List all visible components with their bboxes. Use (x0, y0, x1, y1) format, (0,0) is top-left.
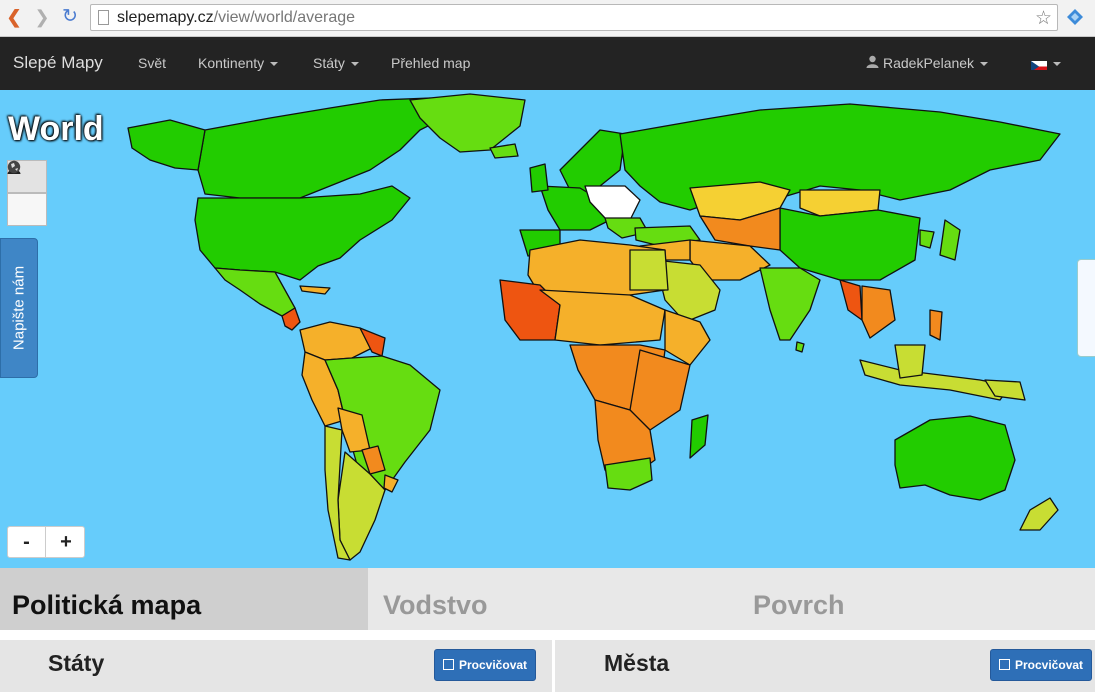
country-alaska (127, 119, 206, 171)
country-sri-lanka (795, 341, 805, 353)
extension-icon[interactable] (1066, 8, 1084, 26)
country-uruguay (383, 474, 399, 493)
country-egypt (629, 249, 669, 291)
language-menu[interactable] (1031, 55, 1061, 71)
zoom-out-button[interactable]: - (8, 527, 46, 557)
practice-mesta-button[interactable]: Procvičovat (990, 649, 1093, 681)
world-map[interactable]: World Napište nám - + (0, 90, 1095, 568)
chevron-down-icon (270, 62, 279, 67)
url-text: slepemapy.cz/view/world/average (117, 9, 356, 26)
country-greenland (409, 93, 526, 153)
reload-icon[interactable]: ↻ (60, 6, 80, 28)
country-usa (194, 185, 411, 281)
tab-politicka-mapa[interactable]: Politická mapa (0, 568, 368, 630)
chevron-down-icon (980, 62, 989, 67)
browser-toolbar: ❮ ❯ ↻ slepemapy.cz/view/world/average ☆ (0, 0, 1095, 37)
country-southeast-asia (861, 285, 896, 339)
country-sahel (539, 289, 666, 346)
zoom-control: - + (7, 526, 85, 558)
average-knowledge-button[interactable] (7, 160, 47, 226)
side-panel-tab[interactable] (1077, 259, 1095, 357)
check-icon (443, 659, 454, 670)
address-bar[interactable]: slepemapy.cz/view/world/average ☆ (90, 4, 1058, 31)
check-icon (999, 659, 1010, 670)
tab-povrch[interactable]: Povrch (740, 568, 1095, 630)
map-category-tabs: Politická mapa Vodstvo Povrch (0, 568, 1095, 630)
section-title-mesta: Města (604, 650, 670, 676)
map-mode-toggle (7, 160, 47, 226)
country-east-africa (629, 349, 691, 431)
feedback-label: Napište nám (10, 265, 28, 351)
country-borneo (894, 344, 926, 379)
country-cuba (299, 285, 331, 295)
country-myanmar (839, 279, 863, 321)
tab-vodstvo[interactable]: Vodstvo (370, 568, 740, 630)
country-horn-of-africa (664, 309, 711, 366)
back-icon[interactable]: ❮ (4, 6, 24, 28)
practice-sections: Státy Procvičovat Města Procvičovat (0, 630, 1095, 692)
map-title: World (8, 110, 104, 148)
brand-link[interactable]: Slepé Mapy (13, 53, 103, 73)
country-madagascar (689, 414, 709, 459)
nav-prehled-map[interactable]: Přehled map (391, 55, 470, 71)
country-korea (919, 229, 935, 249)
country-uk (529, 163, 549, 193)
bookmark-star-icon[interactable]: ☆ (1035, 7, 1052, 30)
feedback-tab[interactable]: Napište nám (0, 238, 38, 378)
page-icon (98, 10, 109, 25)
app-navbar: Slepé Mapy Svět Kontinenty Státy Přehled… (0, 37, 1095, 90)
nav-kontinenty[interactable]: Kontinenty (198, 55, 279, 71)
forward-icon[interactable]: ❯ (32, 6, 52, 28)
country-australia (894, 415, 1016, 501)
world-map-canvas[interactable] (0, 90, 1095, 568)
globe-icon (7, 160, 21, 174)
chevron-down-icon (350, 62, 359, 67)
country-philippines (929, 309, 943, 341)
country-new-zealand (1019, 497, 1059, 531)
practice-staty-button[interactable]: Procvičovat (434, 649, 537, 681)
cz-flag-icon (1031, 59, 1047, 70)
zoom-in-button[interactable]: + (47, 527, 85, 557)
country-japan (939, 219, 961, 261)
section-mesta: Města Procvičovat (555, 640, 1095, 692)
user-icon (866, 55, 879, 68)
nav-svet[interactable]: Svět (138, 55, 166, 71)
country-india (759, 267, 821, 341)
chevron-down-icon (1053, 62, 1061, 67)
nav-staty[interactable]: Státy (313, 55, 359, 71)
section-staty: Státy Procvičovat (0, 640, 552, 692)
user-menu[interactable]: RadekPelanek (866, 55, 989, 71)
section-title-staty: Státy (48, 650, 105, 676)
